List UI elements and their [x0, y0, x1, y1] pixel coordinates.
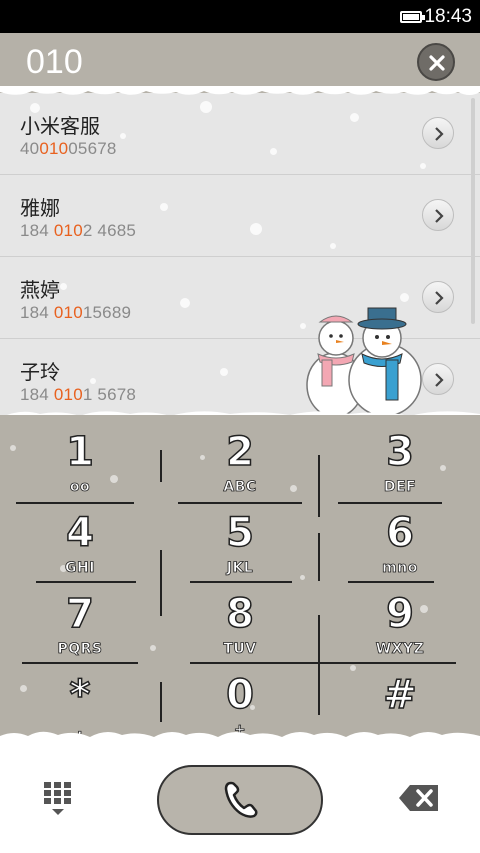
key-0[interactable]: 0 +: [160, 668, 320, 737]
snowmen-illustration: [306, 307, 422, 418]
call-button[interactable]: [157, 765, 323, 835]
contact-number: 4001005678: [20, 139, 117, 158]
dialed-number: 010: [26, 43, 83, 81]
contact-row[interactable]: 小米客服 4001005678: [0, 93, 480, 175]
contact-name: 小米客服: [20, 114, 100, 138]
clear-query-button[interactable]: [417, 43, 455, 81]
key-9[interactable]: 9 WXYZ: [320, 587, 480, 667]
key-4[interactable]: 4 GHI: [0, 506, 160, 586]
contact-number: 184 0101 5678: [20, 385, 137, 404]
battery-icon: [400, 11, 425, 23]
dialer-action-bar: [0, 737, 480, 853]
key-3[interactable]: 3 DEF: [320, 425, 480, 505]
contact-number: 184 0102 4685: [20, 221, 137, 240]
chevron-right-icon: [435, 373, 444, 387]
chevron-right-icon: [435, 127, 444, 141]
contact-name: 子玲: [20, 360, 60, 384]
backspace-icon: [399, 785, 438, 811]
key-2[interactable]: 2 ABC: [160, 425, 320, 505]
contact-row[interactable]: 雅娜 184 0102 4685: [0, 175, 480, 257]
contact-name: 燕婷: [20, 278, 60, 302]
key-8[interactable]: 8 TUV: [160, 587, 320, 667]
key-5[interactable]: 5 JKL: [160, 506, 320, 586]
contact-detail-button[interactable]: [422, 117, 454, 149]
key-star[interactable]: *,: [0, 668, 160, 737]
key-1[interactable]: 1 oo: [0, 425, 160, 505]
dial-keypad: 1 oo 2 ABC 3 DEF 4 GHI 5 JKL 6 mno 7 PQRS 8 TUV …: [0, 415, 480, 737]
contact-number: 184 01015689: [20, 303, 132, 322]
contact-detail-button[interactable]: [422, 199, 454, 231]
snow-edge-decoration: [0, 86, 480, 95]
key-7[interactable]: 7 PQRS: [0, 587, 160, 667]
chevron-right-icon: [435, 209, 444, 223]
contact-name: 雅娜: [20, 196, 60, 220]
key-hash[interactable]: #: [320, 668, 480, 737]
list-scrollbar[interactable]: [471, 98, 475, 324]
dialpad-icon: [44, 782, 71, 815]
dial-query-bar: 010: [0, 33, 480, 93]
backspace-button[interactable]: [398, 783, 440, 813]
status-bar: 18:43: [0, 0, 480, 33]
status-time: 18:43: [424, 6, 472, 27]
close-icon: [429, 55, 445, 71]
chevron-right-icon: [435, 291, 444, 305]
phone-icon: [224, 781, 258, 818]
toggle-dialpad-button[interactable]: [40, 780, 76, 818]
key-6[interactable]: 6 mno: [320, 506, 480, 586]
